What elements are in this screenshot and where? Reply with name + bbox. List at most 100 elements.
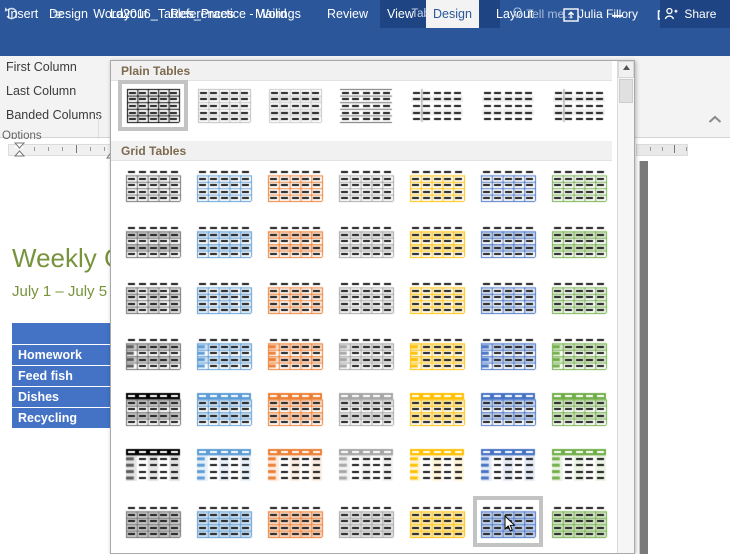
table-style-preview xyxy=(478,85,538,126)
table-header-row[interactable] xyxy=(12,323,118,345)
table-style-grid-r3-c6[interactable] xyxy=(478,277,538,318)
table-style-preview xyxy=(478,165,538,206)
table-style-grid-r5-c1[interactable] xyxy=(123,389,183,430)
table-style-grid-r3-c4[interactable] xyxy=(336,277,396,318)
table-style-option-last-column[interactable]: Last Column xyxy=(6,84,76,98)
table-style-grid-r7-c3[interactable] xyxy=(265,501,325,542)
table-style-grid-r4-c2[interactable] xyxy=(194,333,254,374)
table-style-option-first-column[interactable]: First Column xyxy=(6,60,77,74)
table-style-grid-r3-c7[interactable] xyxy=(549,277,609,318)
table-style-plain-3[interactable] xyxy=(265,85,325,126)
table-style-grid-r1-c3[interactable] xyxy=(265,165,325,206)
table-style-grid-r4-c7[interactable] xyxy=(549,333,609,374)
table-row[interactable]: Dishes xyxy=(12,387,118,408)
table-style-preview xyxy=(194,333,254,374)
table-style-grid-r6-c6[interactable] xyxy=(478,445,538,486)
tab-design-table-tools[interactable]: Design xyxy=(426,0,479,28)
table-style-grid-r4-c6[interactable] xyxy=(478,333,538,374)
table-style-grid-r1-c4[interactable] xyxy=(336,165,396,206)
tab-references[interactable]: References xyxy=(163,0,241,28)
table-style-grid-r3-c5[interactable] xyxy=(407,277,467,318)
table-style-grid-r6-c5[interactable] xyxy=(407,445,467,486)
table-style-grid-r7-c5[interactable] xyxy=(407,501,467,542)
share-button[interactable]: Share xyxy=(660,0,730,28)
table-style-grid-r7-c6[interactable] xyxy=(473,496,543,547)
tab-layout[interactable]: Layout xyxy=(103,0,155,28)
table-style-grid-r2-c4[interactable] xyxy=(336,221,396,262)
table-style-grid-r6-c7[interactable] xyxy=(549,445,609,486)
table-style-grid-r1-c5[interactable] xyxy=(407,165,467,206)
table-style-option-banded-columns[interactable]: Banded Columns xyxy=(6,108,102,122)
table-style-grid-r1-c7[interactable] xyxy=(549,165,609,206)
table-style-grid-r1-c2[interactable] xyxy=(194,165,254,206)
table-style-thumbnail xyxy=(123,221,183,262)
table-style-plain-2[interactable] xyxy=(194,85,254,126)
tab-design[interactable]: Design xyxy=(42,0,95,28)
table-style-preview xyxy=(265,221,325,262)
chevron-up-icon[interactable] xyxy=(708,112,722,127)
table-style-grid-r5-c7[interactable] xyxy=(549,389,609,430)
table-style-grid-r2-c2[interactable] xyxy=(194,221,254,262)
table-style-grid-r2-c1[interactable] xyxy=(123,221,183,262)
share-label: Share xyxy=(684,7,717,21)
table-style-grid-r5-c2[interactable] xyxy=(194,389,254,430)
gallery-scrollbar[interactable] xyxy=(617,61,634,553)
table-style-grid-r6-c2[interactable] xyxy=(194,445,254,486)
table-style-preview xyxy=(549,445,609,486)
account-name[interactable]: Julia Fillory xyxy=(578,0,638,28)
gallery-group-plain-tables: Plain Tables xyxy=(111,61,612,81)
tab-view[interactable]: View xyxy=(380,0,421,28)
table-row[interactable]: Homework xyxy=(12,345,118,366)
table-style-thumbnail xyxy=(336,501,396,542)
table-row[interactable]: Feed fish xyxy=(12,366,118,387)
table-style-plain-7[interactable] xyxy=(549,85,609,126)
table-style-plain-1[interactable] xyxy=(118,80,188,131)
table-style-thumbnail xyxy=(123,445,183,486)
table-style-grid-r6-c1[interactable] xyxy=(123,445,183,486)
first-line-indent-marker[interactable] xyxy=(14,142,25,157)
tell-me-box[interactable]: Tell me... xyxy=(512,0,574,28)
table-style-grid-r5-c6[interactable] xyxy=(478,389,538,430)
tab-label: Review xyxy=(327,7,368,21)
table-style-preview xyxy=(336,277,396,318)
tab-insert[interactable]: Insert xyxy=(0,0,45,28)
table-style-grid-r7-c7[interactable] xyxy=(549,501,609,542)
table-style-grid-r6-c3[interactable] xyxy=(265,445,325,486)
table-style-grid-r2-c3[interactable] xyxy=(265,221,325,262)
table-style-grid-r4-c4[interactable] xyxy=(336,333,396,374)
table-style-preview xyxy=(407,389,467,430)
document-table[interactable]: Homework Feed fish Dishes Recycling xyxy=(12,323,118,429)
tab-mailings[interactable]: Mailings xyxy=(248,0,308,28)
table-style-grid-r2-c5[interactable] xyxy=(407,221,467,262)
table-style-preview xyxy=(123,165,183,206)
scroll-up-arrow-icon[interactable] xyxy=(618,61,634,78)
table-style-grid-r4-c3[interactable] xyxy=(265,333,325,374)
table-style-grid-r7-c4[interactable] xyxy=(336,501,396,542)
table-style-grid-r2-c7[interactable] xyxy=(549,221,609,262)
scrollbar-thumb[interactable] xyxy=(619,79,633,103)
table-style-plain-6[interactable] xyxy=(478,85,538,126)
table-style-preview xyxy=(407,333,467,374)
tab-review[interactable]: Review xyxy=(320,0,375,28)
table-style-grid-r4-c1[interactable] xyxy=(123,333,183,374)
table-styles-gallery[interactable]: Plain Tables Grid Tables xyxy=(110,60,635,554)
table-style-grid-r1-c6[interactable] xyxy=(478,165,538,206)
table-style-grid-r7-c1[interactable] xyxy=(123,501,183,542)
table-style-grid-r5-c3[interactable] xyxy=(265,389,325,430)
table-style-grid-r5-c4[interactable] xyxy=(336,389,396,430)
table-style-grid-r3-c1[interactable] xyxy=(123,277,183,318)
table-style-plain-4[interactable] xyxy=(336,85,396,126)
table-style-thumbnail xyxy=(478,85,538,126)
table-style-grid-r3-c2[interactable] xyxy=(194,277,254,318)
table-row[interactable]: Recycling xyxy=(12,408,118,429)
table-style-preview xyxy=(407,165,467,206)
table-style-grid-r5-c5[interactable] xyxy=(407,389,467,430)
table-style-thumbnail xyxy=(407,277,467,318)
table-style-grid-r6-c4[interactable] xyxy=(336,445,396,486)
table-style-plain-5[interactable] xyxy=(407,85,467,126)
table-style-grid-r1-c1[interactable] xyxy=(123,165,183,206)
table-style-grid-r3-c3[interactable] xyxy=(265,277,325,318)
table-style-grid-r2-c6[interactable] xyxy=(478,221,538,262)
table-style-grid-r7-c2[interactable] xyxy=(194,501,254,542)
table-style-grid-r4-c5[interactable] xyxy=(407,333,467,374)
